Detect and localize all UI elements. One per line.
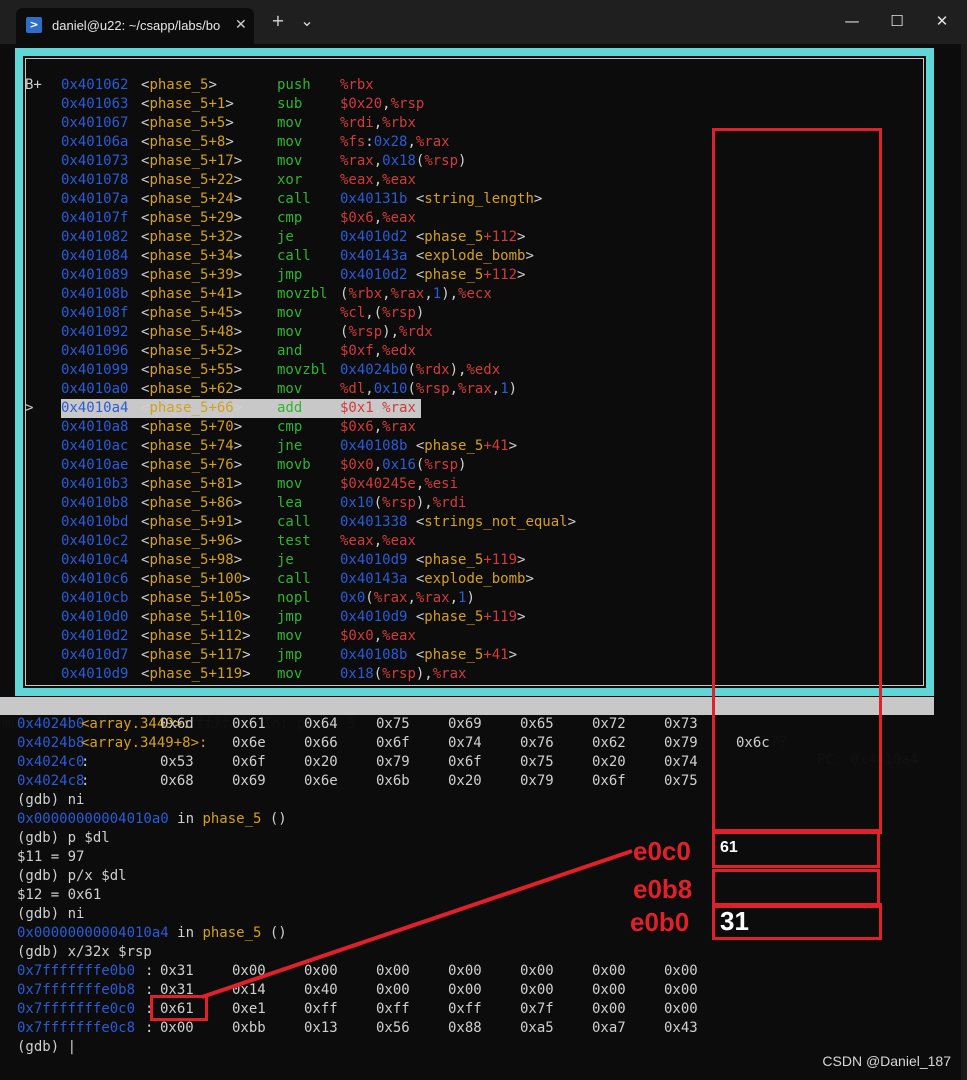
annotation-arrow bbox=[201, 849, 633, 999]
watermark: CSDN @Daniel_187 bbox=[822, 1053, 951, 1069]
annotation-arrow-line bbox=[201, 849, 633, 999]
scrollbar[interactable] bbox=[961, 44, 967, 1080]
